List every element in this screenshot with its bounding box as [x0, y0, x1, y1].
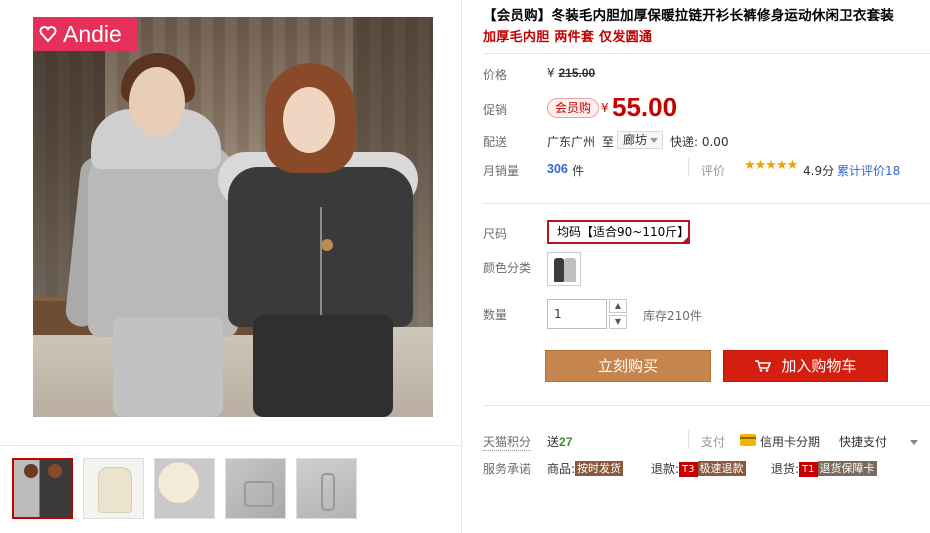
title-divider [483, 53, 930, 54]
rating-stars-icon: ★★★★★ [744, 158, 798, 173]
on-time-delivery-badge[interactable]: 按时发货 [575, 461, 624, 476]
promise-return-label: 退货: [771, 462, 800, 476]
promise-goods-label: 商品: [547, 462, 576, 476]
credit-card-icon [740, 434, 756, 446]
sku-divider-top [483, 203, 930, 204]
sales-label: 月销量 [483, 164, 520, 178]
promise-refund-label: 退款: [651, 462, 680, 476]
size-label: 尺码 [483, 227, 508, 241]
region-select[interactable]: 廊坊 [617, 131, 663, 149]
separator [688, 430, 689, 448]
thumbnail-5[interactable] [296, 458, 357, 519]
points-label[interactable]: 天猫积分 [483, 433, 532, 451]
region-value: 廊坊 [623, 133, 648, 147]
zipper [320, 207, 322, 322]
model-right-legs [253, 315, 393, 417]
color-label: 颜色分类 [483, 261, 532, 275]
main-product-image[interactable] [33, 17, 433, 417]
brand-logo: Andie [33, 17, 137, 51]
stock-count: 库存210件 [643, 309, 702, 323]
size-option-label: 均码【适合90~110斤】 [557, 225, 690, 239]
thumbnail-1[interactable] [12, 458, 73, 519]
color-swatch[interactable] [547, 252, 581, 286]
rating-label: 评价 [701, 164, 726, 178]
promo-price: 55.00 [612, 92, 678, 122]
promo-currency: ¥ [601, 101, 609, 115]
thumbnail-3[interactable] [154, 458, 215, 519]
buy-now-button[interactable]: 立刻购买 [545, 350, 711, 382]
product-info-panel: 【会员购】冬装毛内胆加厚保暖拉链开衫长裤修身运动休闲卫衣套装 加厚毛内胆 两件套… [483, 0, 930, 533]
shipping-fee: 快递: 0.00 [670, 135, 729, 149]
shipping-label: 配送 [483, 135, 508, 149]
model-left-legs [113, 317, 223, 417]
add-to-cart-button[interactable]: 加入购物车 [723, 350, 888, 382]
promo-label: 促销 [483, 103, 508, 117]
return-guarantee-badge[interactable]: 退货保障卡 [817, 461, 877, 476]
quantity-increase-button[interactable]: ▲ [609, 299, 627, 313]
extras-divider [483, 405, 930, 406]
original-price-value: 215.00 [558, 66, 596, 80]
thumbnail-2[interactable] [83, 458, 144, 519]
member-tag: 会员购 [547, 98, 600, 118]
return-code-badge: T1 [799, 462, 818, 477]
caret-down-icon[interactable] [910, 440, 918, 445]
sales-value: 306 [547, 162, 568, 176]
refund-code-badge: T3 [679, 462, 698, 477]
ship-from: 广东广州 [547, 135, 596, 149]
original-price: ¥ 215.00 [547, 66, 595, 80]
thumbnail-4[interactable] [225, 458, 286, 519]
add-to-cart-label: 加入购物车 [781, 357, 857, 375]
promise-return: 退货: T1 退货保障卡 [771, 460, 877, 477]
promise-refund: 退款: T3 极速退款 [651, 460, 746, 477]
points-prefix: 送 [547, 435, 560, 449]
product-gallery: Andie [0, 0, 462, 533]
product-title: 【会员购】冬装毛内胆加厚保暖拉链开衫长裤修身运动休闲卫衣套装 [483, 8, 894, 24]
fast-refund-badge[interactable]: 极速退款 [697, 461, 746, 476]
quick-pay-link[interactable]: 快捷支付 [839, 433, 887, 450]
promise-goods: 商品: 按时发货 [547, 460, 624, 477]
ship-to-word: 至 [602, 135, 615, 149]
model-right-head [283, 87, 335, 153]
rating-score: 4.9分 [803, 164, 835, 178]
review-count-link[interactable]: 累计评价18 [837, 162, 900, 179]
brand-logo-text: Andie [63, 21, 122, 47]
product-subtitle: 加厚毛内胆 两件套 仅发圆通 [483, 30, 653, 45]
model-left-body [88, 142, 238, 337]
price-label: 价格 [483, 68, 508, 82]
quantity-decrease-button[interactable]: ▼ [609, 315, 627, 329]
service-promise-label: 服务承诺 [483, 462, 532, 476]
buy-now-label: 立刻购买 [597, 357, 658, 375]
cart-icon [754, 360, 771, 372]
credit-installment-link[interactable]: 信用卡分期 [760, 433, 820, 450]
quantity-label: 数量 [483, 308, 508, 322]
brand-heart-icon [39, 26, 57, 43]
check-icon: ✓ [682, 231, 688, 239]
pendant [321, 239, 333, 251]
separator [688, 158, 689, 176]
payment-label: 支付 [701, 435, 726, 449]
model-left-head [129, 67, 185, 137]
thumbnail-strip [12, 458, 357, 519]
original-currency: ¥ [547, 66, 555, 80]
points-number: 27 [559, 435, 573, 449]
sales-unit: 件 [572, 164, 585, 178]
quantity-input[interactable] [547, 299, 607, 329]
gallery-divider [0, 445, 462, 446]
points-value: 送27 [547, 433, 572, 450]
chevron-down-icon [650, 138, 658, 143]
size-option-selected[interactable]: 均码【适合90~110斤】 ✓ [547, 220, 690, 244]
